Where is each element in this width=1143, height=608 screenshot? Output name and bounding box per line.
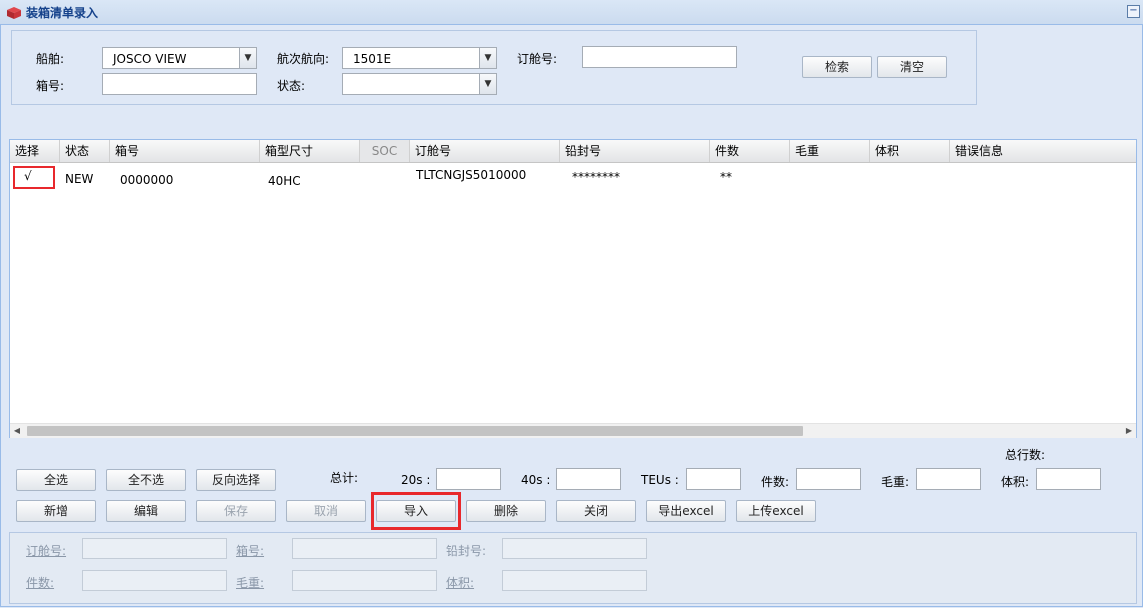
volume-total-label: 体积:: [1001, 475, 1030, 489]
table-row[interactable]: √ NEW 0000000 40HC TLTCNGJS5010000 *****…: [10, 163, 1136, 191]
s20-field: [436, 468, 501, 490]
voyage-combo[interactable]: 1501E ▼: [342, 47, 497, 69]
chevron-down-icon[interactable]: ▼: [239, 48, 256, 68]
weight-total-field: [916, 468, 981, 490]
clear-button[interactable]: 清空: [877, 56, 947, 78]
window-title-bar: 装箱清单录入 −: [0, 0, 1143, 25]
chevron-down-icon[interactable]: ▼: [479, 48, 496, 68]
select-all-button[interactable]: 全选: [16, 469, 96, 491]
s40-field: [556, 468, 621, 490]
edit-button[interactable]: 编辑: [106, 500, 186, 522]
row-booking-no: TLTCNGJS5010000: [416, 168, 527, 182]
col-header-container-no[interactable]: 箱号: [110, 140, 260, 162]
status-label: 状态:: [277, 79, 306, 93]
booking-input[interactable]: [582, 46, 737, 68]
col-header-error[interactable]: 错误信息: [950, 140, 1136, 162]
detail-seal-label: 铅封号:: [446, 544, 487, 558]
volume-total-field: [1036, 468, 1101, 490]
col-header-volume[interactable]: 体积: [870, 140, 950, 162]
row-status: NEW: [65, 172, 94, 186]
col-header-booking-no[interactable]: 订舱号: [410, 140, 560, 162]
col-header-select[interactable]: 选择: [10, 140, 60, 162]
detail-volume-label: 体积:: [446, 576, 475, 590]
delete-button[interactable]: 删除: [466, 500, 546, 522]
checkmark-icon: √: [24, 169, 32, 183]
detail-weight-field: [292, 570, 437, 591]
row-type-size: 40HC: [268, 174, 301, 188]
teus-label: TEUs :: [641, 473, 679, 487]
save-button[interactable]: 保存: [196, 500, 276, 522]
col-header-pieces[interactable]: 件数: [710, 140, 790, 162]
chevron-down-icon[interactable]: ▼: [479, 74, 496, 94]
total-label: 总计:: [330, 471, 359, 485]
box-icon: [7, 7, 21, 19]
col-header-gross-weight[interactable]: 毛重: [790, 140, 870, 162]
grid-header: 选择 状态 箱号 箱型尺寸 SOC 订舱号 铅封号 件数 毛重 体积 错误信息: [10, 140, 1136, 163]
detail-weight-label: 毛重:: [236, 576, 265, 590]
detail-booking-field: [82, 538, 227, 559]
close-button[interactable]: 关闭: [556, 500, 636, 522]
row-pieces: **: [720, 170, 732, 184]
detail-volume-field: [502, 570, 647, 591]
s40-label: 40s :: [521, 473, 551, 487]
scrollbar-thumb[interactable]: [27, 426, 803, 436]
scroll-left-icon[interactable]: ◀: [10, 424, 24, 438]
upload-excel-button[interactable]: 上传excel: [736, 500, 816, 522]
vessel-label: 船舶:: [36, 52, 65, 66]
detail-container-field: [292, 538, 437, 559]
container-label: 箱号:: [36, 79, 65, 93]
teus-field: [686, 468, 741, 490]
row-container-no: 0000000: [120, 173, 174, 187]
window-title: 装箱清单录入: [26, 6, 99, 20]
vessel-value: JOSCO VIEW: [113, 52, 187, 66]
cancel-button[interactable]: 取消: [286, 500, 366, 522]
row-checkbox[interactable]: √: [13, 166, 55, 189]
search-button[interactable]: 检索: [802, 56, 872, 78]
container-grid: 选择 状态 箱号 箱型尺寸 SOC 订舱号 铅封号 件数 毛重 体积 错误信息 …: [9, 139, 1137, 438]
import-highlight: [371, 492, 461, 530]
weight-total-label: 毛重:: [881, 475, 910, 489]
detail-pieces-label: 件数:: [26, 576, 55, 590]
status-combo[interactable]: ▼: [342, 73, 497, 95]
vessel-combo[interactable]: JOSCO VIEW ▼: [102, 47, 257, 69]
detail-pieces-field: [82, 570, 227, 591]
pieces-total-field: [796, 468, 861, 490]
pieces-total-label: 件数:: [761, 475, 790, 489]
col-header-type-size[interactable]: 箱型尺寸: [260, 140, 360, 162]
add-button[interactable]: 新增: [16, 500, 96, 522]
select-none-button[interactable]: 全不选: [106, 469, 186, 491]
col-header-soc[interactable]: SOC: [360, 140, 410, 162]
row-seal-no: ********: [572, 170, 620, 184]
horizontal-scrollbar[interactable]: ◀ ▶: [10, 423, 1136, 438]
s20-label: 20s :: [401, 473, 431, 487]
detail-seal-field: [502, 538, 647, 559]
container-input[interactable]: [102, 73, 257, 95]
col-header-seal-no[interactable]: 铅封号: [560, 140, 710, 162]
scroll-right-icon[interactable]: ▶: [1122, 424, 1136, 438]
booking-label: 订舱号:: [517, 52, 558, 66]
voyage-value: 1501E: [353, 52, 392, 66]
invert-selection-button[interactable]: 反向选择: [196, 469, 276, 491]
detail-booking-label: 订舱号:: [26, 544, 67, 558]
export-excel-button[interactable]: 导出excel: [646, 500, 726, 522]
col-header-status[interactable]: 状态: [60, 140, 110, 162]
collapse-button[interactable]: −: [1127, 5, 1140, 18]
detail-container-label: 箱号:: [236, 544, 265, 558]
total-rows-label: 总行数:: [1005, 448, 1046, 462]
voyage-label: 航次航向:: [277, 52, 330, 66]
